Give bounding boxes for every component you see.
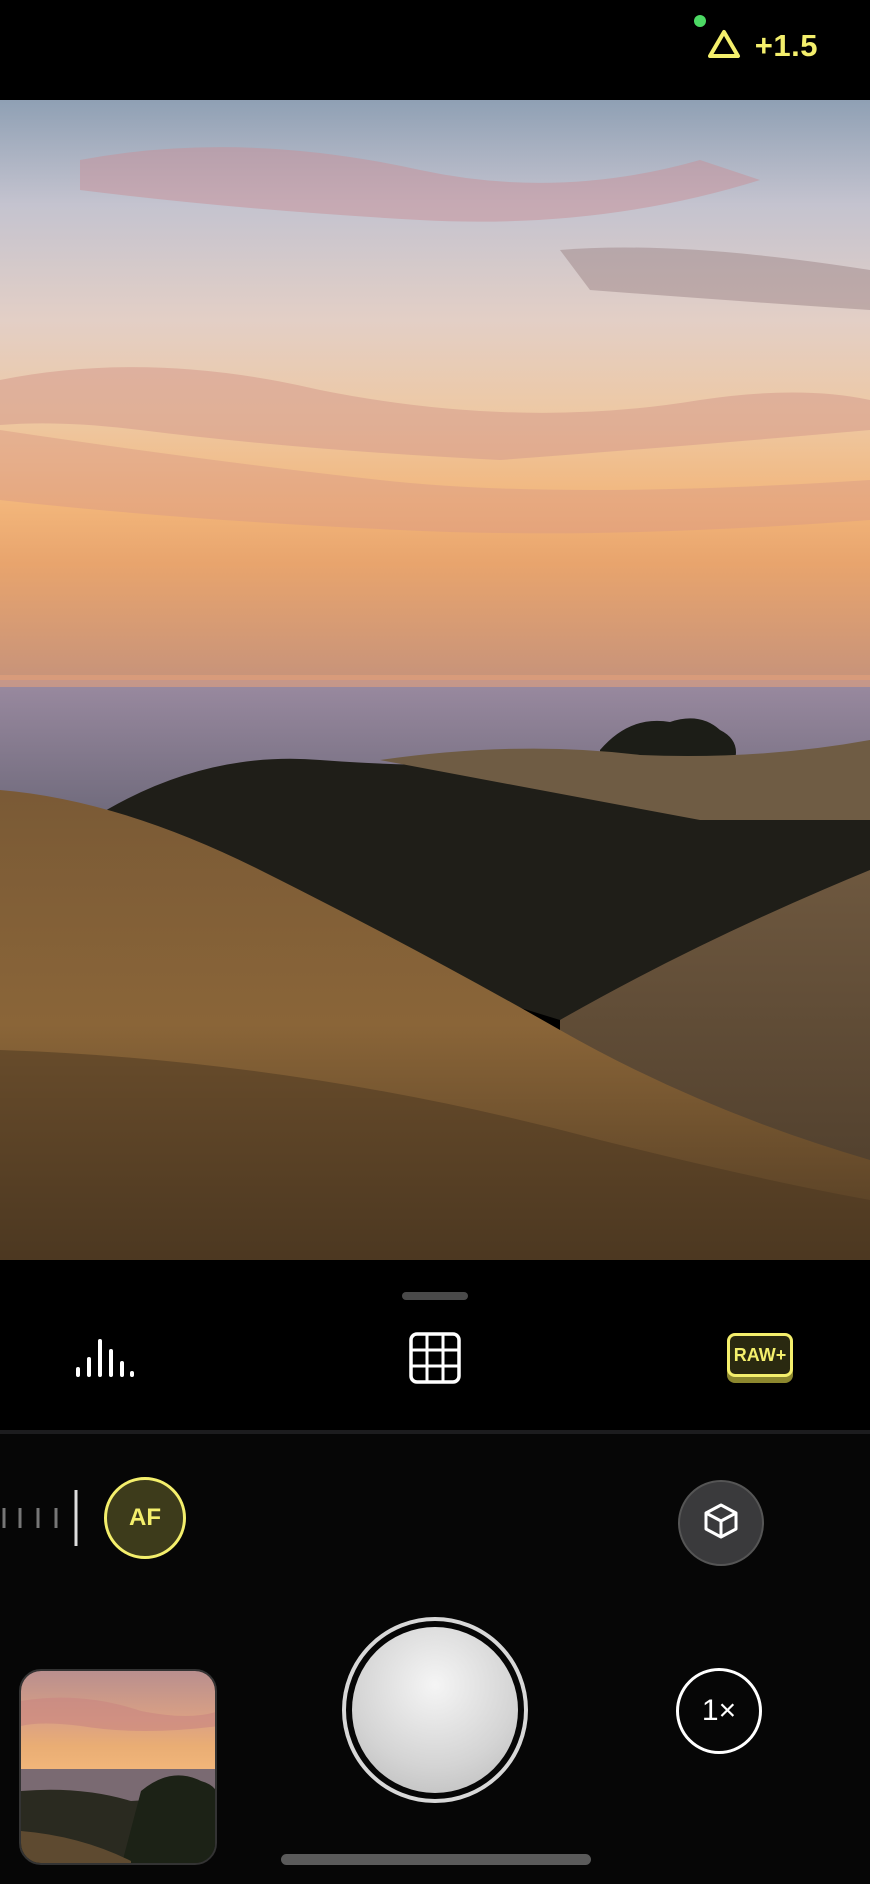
exposure-value: +1.5 (754, 28, 818, 63)
grid-icon (409, 1331, 461, 1389)
thumbnail-image (21, 1671, 215, 1863)
histogram-button[interactable] (70, 1330, 140, 1390)
af-label: AF (129, 1504, 161, 1531)
drawer-handle[interactable] (402, 1292, 468, 1300)
home-indicator[interactable] (281, 1854, 591, 1865)
shutter-button[interactable] (342, 1617, 528, 1803)
exposure-indicator[interactable]: +1.5 (707, 28, 818, 64)
camera-viewfinder[interactable] (0, 100, 870, 1260)
manual-focus-dial[interactable] (0, 1490, 80, 1546)
last-photo-thumbnail[interactable] (19, 1669, 217, 1865)
raw-format-button[interactable]: RAW+ (724, 1330, 796, 1388)
shutter-inner (352, 1627, 518, 1793)
privacy-indicator-dot (694, 15, 706, 27)
raw-label: RAW+ (733, 1344, 787, 1365)
autofocus-button[interactable]: AF (104, 1477, 186, 1559)
viewfinder-image (0, 100, 870, 1260)
status-bar: +1.5 (0, 0, 870, 100)
zoom-button[interactable]: 1× (676, 1668, 762, 1754)
depth-mode-button[interactable] (678, 1480, 764, 1566)
zoom-label: 1× (701, 1694, 737, 1727)
grid-button[interactable] (405, 1330, 465, 1390)
cube-icon (701, 1501, 741, 1546)
triangle-icon (707, 29, 741, 64)
histogram-icon (74, 1335, 136, 1386)
raw-badge: RAW+ (727, 1333, 793, 1385)
